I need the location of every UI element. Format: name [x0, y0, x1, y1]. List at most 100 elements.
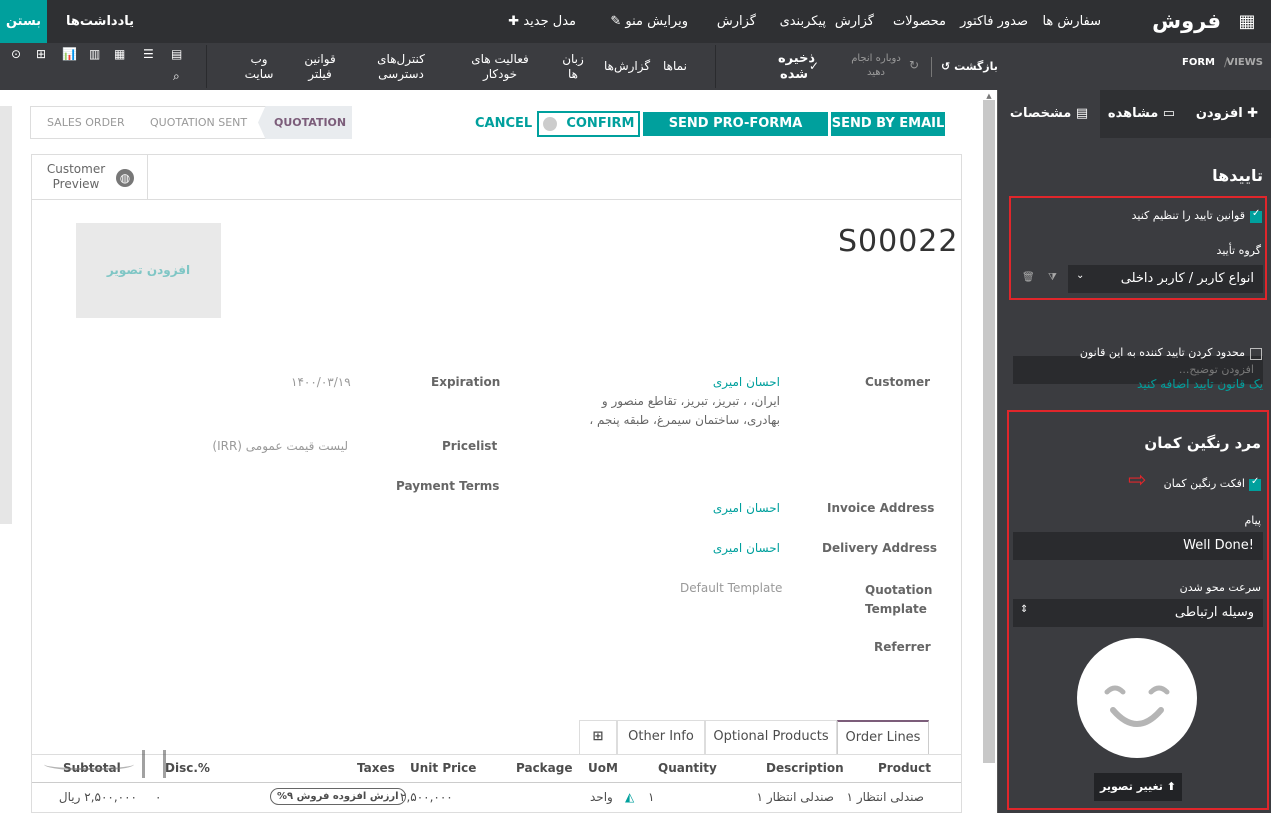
row-unit-price[interactable]: ۲,۵۰۰,۰۰۰: [400, 790, 453, 804]
languages-button[interactable]: زبان ها: [561, 52, 585, 82]
confirm-button[interactable]: CONFIRM: [537, 111, 640, 137]
approval-rules-checkbox[interactable]: [1250, 208, 1262, 223]
invoice-address-link[interactable]: احسان امیری: [713, 501, 780, 515]
activity-view-icon[interactable]: ⊙: [11, 47, 21, 62]
close-button[interactable]: بستن: [0, 0, 47, 43]
form-view-icon[interactable]: ▤: [171, 47, 182, 62]
tab-add-fields[interactable]: افزودن ✚: [1183, 90, 1271, 138]
row-disc[interactable]: ۰: [155, 790, 161, 804]
approval-group-select[interactable]: انواع کاربر / کاربر داخلی ⌄: [1068, 265, 1263, 293]
list-view-icon[interactable]: ☰: [143, 47, 154, 62]
col-taxes[interactable]: Taxes: [357, 761, 395, 775]
col-unit-price[interactable]: Unit Price: [410, 761, 476, 775]
customer-preview-label: Customer Preview: [46, 162, 106, 191]
upload-icon: ⬆: [1166, 780, 1176, 793]
form-scroll-arrow-up[interactable]: ▲: [983, 92, 995, 100]
app-brand[interactable]: فروش: [1152, 0, 1221, 43]
approval-rules-label: قوانین تایید را تنظیم کنید: [1131, 209, 1245, 222]
button-box: [32, 155, 961, 200]
views-button[interactable]: نماها: [663, 59, 687, 74]
send-by-email-button[interactable]: SEND BY EMAIL: [831, 112, 945, 136]
pivot-view-icon[interactable]: ▥: [89, 47, 100, 62]
pricelist-value[interactable]: لیست قیمت عمومی (IRR): [212, 439, 348, 453]
menu-invoicing[interactable]: صدور فاکتور: [960, 0, 1028, 43]
forecast-chart-icon[interactable]: ◭: [625, 790, 634, 804]
col-product[interactable]: Product: [878, 761, 931, 775]
menu-reporting[interactable]: گزارش: [835, 0, 874, 43]
trash-icon[interactable]: 🗑: [1022, 272, 1035, 283]
arrow-pointer-icon: ⇨: [1128, 468, 1147, 493]
tab-properties-label: مشخصات: [1009, 106, 1072, 121]
customer-address-line2: بهادری، ساختمان سیمرغ، طبقه پنجم ،: [589, 413, 780, 427]
tab-view[interactable]: مشاهده ▭: [1100, 90, 1183, 138]
redo-button[interactable]: دوباره انجام دهید: [848, 52, 904, 80]
col-package[interactable]: Package: [516, 761, 573, 775]
filter-rules-button[interactable]: قوانین فیلتر: [300, 52, 340, 82]
quotation-template-label-line2: Template: [865, 602, 927, 616]
fade-speed-value: وسیله ارتباطی: [1174, 605, 1254, 620]
quotation-template-value[interactable]: Default Template: [680, 581, 782, 595]
row-description[interactable]: صندلی انتظار ۱: [757, 790, 834, 804]
left-scrollbar[interactable]: [0, 106, 12, 524]
menu-configuration[interactable]: پیکربندی: [780, 0, 826, 43]
change-image-button[interactable]: ⬆ تغییر تصویر: [1094, 773, 1182, 801]
menu-products[interactable]: محصولات: [893, 0, 946, 43]
graph-view-icon[interactable]: 📊: [62, 47, 77, 62]
table-header-border: [32, 782, 961, 783]
invoice-address-label: Invoice Address: [827, 501, 935, 515]
menu-report[interactable]: گزارش: [717, 0, 756, 43]
studio-sidebar: افزودن ✚ مشاهده ▭ مشخصات ▤ تاییدها قوانی…: [998, 90, 1271, 813]
quotation-template-label: Quotation Template: [865, 581, 932, 619]
col-uom[interactable]: UoM: [588, 761, 618, 775]
rule-description-placeholder: افزودن توضیح...: [1178, 363, 1254, 376]
customer-link[interactable]: احسان امیری: [713, 375, 780, 389]
expiration-value[interactable]: ۱۴۰۰/۰۳/۱۹: [291, 375, 351, 389]
tab-optional-products[interactable]: Optional Products: [705, 720, 837, 754]
search-view-icon[interactable]: ⌕: [173, 69, 180, 84]
breadcrumb-form[interactable]: FORM: [1182, 55, 1215, 70]
row-quantity[interactable]: ۱: [648, 790, 654, 804]
status-sales-order[interactable]: SALES ORDER: [47, 106, 125, 139]
breadcrumb-views[interactable]: VIEWS: [1226, 55, 1263, 70]
apps-grid-icon[interactable]: ▦: [1235, 0, 1259, 43]
tax-tag[interactable]: ارزش افزوده فروش ۹%: [270, 788, 406, 805]
tab-add[interactable]: ⊞: [579, 720, 617, 754]
fade-speed-select[interactable]: وسیله ارتباطی ⇕: [1013, 599, 1263, 627]
tab-order-lines[interactable]: Order Lines: [837, 720, 929, 755]
customer-preview-button[interactable]: ◍ Customer Preview: [32, 155, 148, 200]
send-pro-forma-button[interactable]: SEND PRO-FORMA INVOICE: [643, 112, 828, 155]
edit-menu-button[interactable]: ✎ ویرایش منو: [610, 0, 688, 43]
automated-actions-button[interactable]: فعالیت های خودکار: [468, 52, 532, 82]
reports-button[interactable]: گزارش‌ها: [604, 59, 650, 74]
calendar-view-icon[interactable]: ▦: [114, 47, 125, 62]
access-controls-button[interactable]: کنترل‌های دسترسی: [375, 52, 427, 82]
tax-tag-label: ارزش افزوده فروش ۹%: [277, 791, 399, 802]
row-product[interactable]: صندلی انتظار ۱: [847, 790, 924, 804]
col-disc[interactable]: Disc.%: [165, 761, 210, 775]
studio-toolbar: VIEWS / FORM ↺ بازگشت دوباره انجام دهید …: [0, 43, 1271, 90]
website-button[interactable]: وب سایت: [243, 52, 275, 82]
row-uom[interactable]: واحد: [590, 790, 613, 804]
delivery-address-link[interactable]: احسان امیری: [713, 541, 780, 555]
sidebar-tabs: افزودن ✚ مشاهده ▭ مشخصات ▤: [998, 90, 1271, 138]
col-quantity[interactable]: Quantity: [658, 761, 717, 775]
form-scrollbar[interactable]: [983, 100, 995, 763]
new-model-label: مدل جدید: [523, 14, 576, 29]
filter-icon[interactable]: ⧩: [1048, 272, 1057, 283]
add-image-placeholder[interactable]: افزودن تصویر: [76, 223, 221, 318]
undo-button[interactable]: ↺ بازگشت: [941, 59, 998, 74]
notes-button[interactable]: یادداشت‌ها: [66, 0, 134, 43]
col-description[interactable]: Description: [766, 761, 844, 775]
limit-approver-checkbox[interactable]: [1250, 348, 1262, 360]
message-input[interactable]: Well Done!: [1013, 532, 1263, 560]
tab-other-info[interactable]: Other Info: [617, 720, 705, 754]
new-model-button[interactable]: ✚ مدل جدید: [508, 0, 576, 43]
add-approval-rule-link[interactable]: یک قانون تایید اضافه کنید: [1137, 377, 1263, 391]
menu-sales-orders[interactable]: سفارش ها: [1042, 0, 1101, 43]
grid-view-icon[interactable]: ⊞: [36, 47, 46, 62]
cancel-button[interactable]: CANCEL: [475, 116, 532, 131]
rainbow-effect-checkbox[interactable]: [1249, 476, 1261, 491]
undo-label: بازگشت: [954, 60, 998, 73]
tab-properties[interactable]: مشخصات ▤: [998, 90, 1100, 138]
status-quotation-sent[interactable]: QUOTATION SENT: [150, 106, 247, 139]
